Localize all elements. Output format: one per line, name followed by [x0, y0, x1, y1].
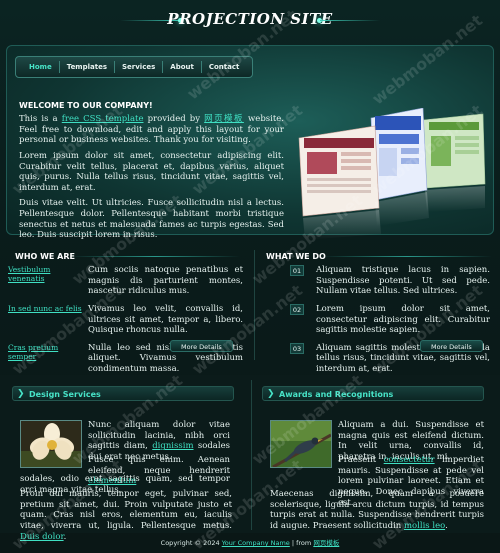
welcome-paragraph: Lorem ipsum dolor sit amet, consectetur …	[19, 150, 284, 193]
welcome-body: This is a free CSS template provided by …	[19, 114, 284, 246]
what-we-do-list: 01 Aliquam tristique lacus in sapien. Su…	[290, 265, 490, 382]
column-divider	[254, 250, 255, 360]
website-screenshots-illustration	[298, 108, 486, 240]
main-nav: Home Templates Services About Contact	[15, 56, 253, 78]
main-panel: Home Templates Services About Contact WE…	[6, 45, 494, 240]
welcome-paragraph: This is a free CSS template provided by …	[19, 114, 284, 146]
awards-bar: ❯ Awards and Recognitions	[262, 386, 484, 401]
column-divider	[251, 380, 252, 530]
welcome-title: WELCOME TO OUR COMPANY!	[19, 101, 153, 110]
section-divider	[322, 256, 492, 257]
list-item: 02 Lorem ipsum dolor sit amet, consectet…	[290, 303, 490, 336]
nav-contact[interactable]: Contact	[202, 56, 247, 78]
nav-about[interactable]: About	[163, 56, 201, 78]
text: .	[445, 520, 448, 531]
list-item: Vestibulum venenatis Cum sociis natoque …	[8, 265, 243, 297]
company-name-link[interactable]: Your Company Name	[222, 539, 290, 547]
who-we-are-list: Vestibulum venenatis Cum sociis natoque …	[8, 265, 243, 382]
wwd-text: Lorem ipsum dolor sit amet, consectetur …	[316, 303, 490, 336]
text: provided by	[143, 114, 205, 124]
list-item: 01 Aliquam tristique lacus in sapien. Su…	[290, 265, 490, 297]
source-link[interactable]: 网页模板	[313, 539, 339, 547]
who-more-details-button[interactable]: More Details	[170, 340, 233, 352]
number-badge: 03	[290, 342, 304, 354]
page: PROJECTION SITE Home Templates Services …	[0, 0, 500, 553]
awards-title: Awards and Recognitions	[279, 390, 394, 399]
provider-link[interactable]: 网页模板	[204, 114, 244, 124]
text: | from	[289, 539, 314, 547]
mollis-leo-link[interactable]: mollis leo	[404, 521, 445, 531]
site-title: PROJECTION SITE	[167, 10, 333, 28]
wwd-more-details-button[interactable]: More Details	[420, 340, 483, 352]
title-decor-line-right	[320, 20, 380, 21]
copyright-text: Copyright © 2024	[160, 539, 222, 547]
welcome-paragraph: Duis vitae velit. Ut ultricies. Fusce so…	[19, 198, 284, 241]
list-item: In sed nunc ac felis Vivamus leo velit, …	[8, 304, 243, 336]
who-link-2[interactable]: In sed nunc ac felis	[8, 304, 88, 336]
who-link-3[interactable]: Cras pretium semper	[8, 343, 88, 375]
consectetur-link[interactable]: consectetur	[384, 455, 435, 465]
what-we-do-title: WHAT WE DO	[266, 252, 326, 261]
section-divider	[70, 256, 240, 257]
text: Maecenas dignissim, quam a posuere scele…	[270, 489, 484, 531]
free-css-template-link[interactable]: free CSS template	[62, 114, 144, 124]
text: This is a	[19, 114, 62, 124]
design-services-title: Design Services	[29, 390, 101, 399]
footer: Copyright © 2024 Your Company Name | fro…	[0, 533, 500, 553]
flower-image	[20, 420, 82, 468]
text: Fusce quis enim. Aenean eleifend, neque …	[88, 455, 230, 476]
who-we-are-title: WHO WE ARE	[15, 252, 75, 261]
nav-services[interactable]: Services	[115, 56, 162, 78]
dignissim-link[interactable]: dignissim	[152, 441, 193, 451]
nav-templates[interactable]: Templates	[60, 56, 114, 78]
text: Proin dui mauris, tempor eget, pulvinar …	[20, 489, 232, 531]
who-text: Vivamus leo velit, convallis id, ultrice…	[88, 303, 243, 336]
wwd-text: Aliquam tristique lacus in sapien. Suspe…	[316, 265, 490, 297]
awards-para-3: Maecenas dignissim, quam a posuere scele…	[270, 489, 484, 532]
design-services-bar: ❯ Design Services	[12, 386, 234, 401]
who-text: Cum sociis natoque penatibus et magnis d…	[88, 265, 243, 297]
number-badge: 01	[290, 265, 304, 276]
who-link-1[interactable]: Vestibulum venenatis	[8, 265, 88, 297]
bird-image	[270, 420, 332, 468]
chevron-right-icon: ❯	[17, 389, 25, 399]
nav-home[interactable]: Home	[22, 56, 59, 78]
chevron-right-icon: ❯	[267, 389, 275, 399]
number-badge: 02	[290, 303, 304, 315]
text: Praesent	[338, 455, 384, 465]
